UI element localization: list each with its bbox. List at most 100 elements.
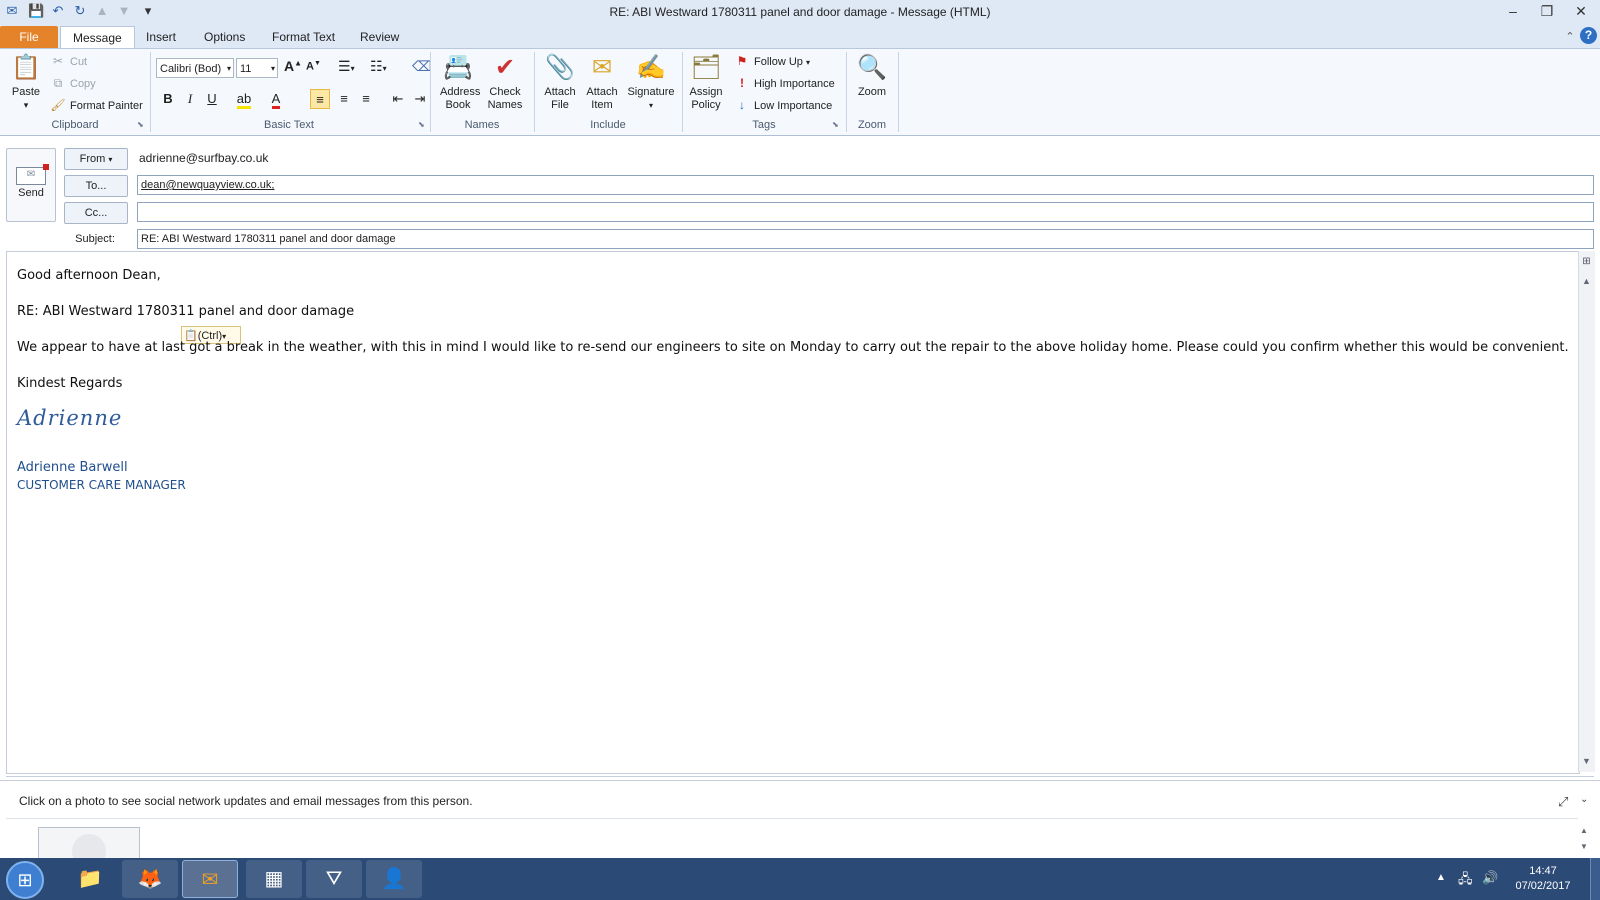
from-button[interactable]: From ▾: [64, 148, 128, 170]
close-button[interactable]: ✕: [1564, 0, 1598, 22]
outlook-app-icon[interactable]: ✉: [4, 3, 20, 19]
show-hidden-icons[interactable]: ▲: [1436, 872, 1446, 883]
paste-dropdown-icon: ▾: [23, 100, 29, 110]
numbering-icon[interactable]: ☷▾: [370, 58, 387, 75]
address-book-button[interactable]: 📇 Address Book: [436, 52, 480, 112]
tab-message[interactable]: Message: [60, 26, 135, 49]
redo-icon[interactable]: ↻: [72, 3, 88, 19]
expand-pane-icon[interactable]: ⤢: [1558, 794, 1568, 810]
tab-options[interactable]: Options: [192, 26, 257, 48]
signature-icon: ✍: [636, 54, 666, 81]
send-button[interactable]: ✉ Send: [6, 148, 56, 222]
cc-field[interactable]: [137, 202, 1594, 222]
chevron-down-icon: ▾: [226, 64, 231, 73]
dialog-launcher-icon[interactable]: ⬊: [832, 120, 839, 129]
calendar-app-taskbar-icon[interactable]: ▦: [246, 860, 302, 898]
cc-button[interactable]: Cc...: [64, 202, 128, 224]
clear-formatting-icon[interactable]: ⌫: [412, 58, 432, 75]
tab-insert[interactable]: Insert: [134, 26, 188, 48]
divider: [6, 818, 1578, 819]
paste-button[interactable]: 📋 Paste ▾: [6, 52, 46, 112]
high-importance-button[interactable]: ! High Importance: [734, 74, 835, 92]
basic-text-group-label: Basic Text: [264, 119, 314, 131]
undo-icon[interactable]: ↶: [50, 3, 66, 19]
collapse-pane-icon[interactable]: ⌄: [1580, 794, 1588, 805]
attach-file-button[interactable]: 📎 Attach File: [540, 52, 580, 112]
zoom-button[interactable]: 🔍 Zoom: [850, 52, 894, 99]
scroll-up-icon[interactable]: ▲: [1580, 276, 1593, 289]
group-separator: [898, 52, 899, 132]
clock-date: 07/02/2017: [1515, 880, 1571, 892]
acrobat-taskbar-icon[interactable]: ⛛: [306, 860, 362, 898]
bold-button[interactable]: B: [158, 89, 178, 109]
copy-button[interactable]: ⧉ Copy: [50, 74, 96, 92]
to-field[interactable]: dean@newquayview.co.uk;: [137, 175, 1594, 195]
low-importance-button[interactable]: ↓ Low Importance: [734, 96, 832, 114]
network-icon[interactable]: 🖧: [1458, 870, 1473, 892]
highlight-icon[interactable]: ab: [234, 89, 254, 109]
down-arrow-icon: ↓: [739, 98, 745, 112]
clipboard-group-label: Clipboard: [51, 119, 99, 131]
assign-policy-button[interactable]: 🗂 Assign Policy: [686, 52, 726, 112]
tab-review[interactable]: Review: [348, 26, 411, 48]
format-painter-button[interactable]: 🖌 Format Painter: [50, 96, 142, 114]
follow-up-button[interactable]: ⚑ Follow Up ▾: [734, 52, 810, 70]
bullets-icon[interactable]: ☰▾: [338, 58, 355, 75]
scroll-down-icon[interactable]: ▼: [1580, 756, 1593, 769]
restore-button[interactable]: ❐: [1530, 0, 1564, 22]
font-color-icon[interactable]: A: [266, 89, 286, 109]
people-pane-hint: Click on a photo to see social network u…: [19, 794, 473, 808]
to-button[interactable]: To...: [64, 175, 128, 197]
dialog-launcher-icon[interactable]: ⬊: [418, 120, 425, 129]
signature-button[interactable]: ✍ Signature ▾: [624, 52, 678, 112]
tab-file[interactable]: File: [0, 26, 58, 48]
align-left-icon[interactable]: ≡: [310, 89, 330, 109]
ruler-toggle-icon[interactable]: ⊞: [1580, 256, 1593, 269]
system-clock[interactable]: 14:47 07/02/2017: [1508, 864, 1578, 894]
from-address: adrienne@surfbay.co.uk: [139, 151, 269, 165]
names-group-label: Names: [464, 119, 500, 131]
firefox-taskbar-icon[interactable]: 🦊: [122, 860, 178, 898]
volume-icon[interactable]: 🔊: [1482, 870, 1498, 886]
scroll-up-icon[interactable]: ▲: [1580, 826, 1588, 835]
contacts-app-taskbar-icon[interactable]: 👤: [366, 860, 422, 898]
signature-title: CUSTOMER CARE MANAGER: [17, 478, 186, 492]
subject-field[interactable]: RE: ABI Westward 1780311 panel and door …: [137, 229, 1594, 249]
check-names-button[interactable]: ✔ Check Names: [484, 52, 526, 112]
font-size-combo[interactable]: 11 ▾: [236, 58, 278, 78]
increase-indent-icon[interactable]: ⇥: [410, 89, 430, 109]
taskbar: [0, 858, 1600, 900]
italic-button[interactable]: I: [180, 89, 200, 109]
body-scrollbar[interactable]: [1578, 251, 1595, 772]
start-button[interactable]: ⊞: [6, 861, 44, 899]
previous-item-icon[interactable]: ▲: [94, 3, 110, 19]
cut-button[interactable]: ✂ Cut: [50, 52, 87, 70]
dialog-launcher-icon[interactable]: ⬊: [137, 120, 144, 129]
attach-item-button[interactable]: ✉ Attach Item: [582, 52, 622, 112]
message-body[interactable]: [6, 251, 1580, 774]
tags-group-label: Tags: [752, 119, 776, 131]
help-icon[interactable]: ?: [1580, 27, 1597, 44]
signature-name: Adrienne Barwell: [17, 460, 128, 475]
underline-button[interactable]: U: [202, 89, 222, 109]
outlook-taskbar-icon[interactable]: ✉: [182, 860, 238, 898]
next-item-icon[interactable]: ▼: [116, 3, 132, 19]
scroll-down-icon[interactable]: ▼: [1580, 842, 1588, 851]
policy-icon: 🗂: [690, 54, 722, 81]
shrink-font-icon[interactable]: A▼: [306, 60, 321, 73]
explorer-taskbar-icon[interactable]: 📁: [62, 860, 118, 898]
align-right-icon[interactable]: ≡: [356, 89, 376, 109]
person-silhouette-icon: [72, 834, 106, 858]
to-recipient[interactable]: dean@newquayview.co.uk;: [141, 179, 274, 191]
contact-photo[interactable]: [38, 827, 140, 858]
font-name-combo[interactable]: Calibri (Bod) ▾: [156, 58, 234, 78]
align-center-icon[interactable]: ≡: [334, 89, 354, 109]
decrease-indent-icon[interactable]: ⇤: [388, 89, 408, 109]
grow-font-icon[interactable]: A▲: [284, 58, 302, 74]
minimize-ribbon-icon[interactable]: ⌃: [1560, 27, 1580, 47]
tab-format-text[interactable]: Format Text: [260, 26, 347, 48]
show-desktop-button[interactable]: [1590, 858, 1600, 900]
minimize-button[interactable]: –: [1496, 0, 1530, 22]
save-icon[interactable]: 💾: [28, 3, 44, 19]
customize-qat-icon[interactable]: ▾: [140, 3, 156, 19]
